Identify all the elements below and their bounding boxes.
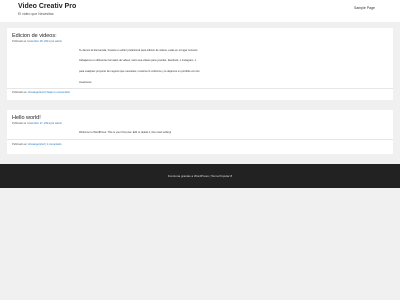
post-footer: Publicado en Uncategorized | 1 comentari…: [12, 143, 62, 146]
post-date-link[interactable]: noviembre 18, 2021: [27, 40, 50, 43]
post-divider: [7, 139, 393, 140]
post-meta: Publicado el noviembre 18, 2021 por admi…: [12, 40, 62, 43]
post-meta-prefix: Publicado el: [12, 40, 27, 43]
post-date-link[interactable]: noviembre 17, 2021: [27, 122, 50, 125]
post-meta-prefix: Publicado el: [12, 122, 27, 125]
post-title[interactable]: Edicion de videos:: [12, 33, 57, 39]
post-paragraph: para cualquier proyecto de negocio que n…: [79, 70, 200, 73]
post-author-link[interactable]: admin: [55, 122, 62, 125]
post-comment-link[interactable]: 1 comentario: [47, 143, 62, 146]
post-paragraph: Welcome to WordPress. This is your first…: [79, 131, 172, 134]
post-paragraph: creaciones: [79, 81, 92, 84]
site-description: El video que Necesitas: [18, 12, 54, 16]
post-comment-link[interactable]: Dejar un comentario: [47, 91, 70, 94]
post-paragraph: Te damos la bienvenida, buscas un editor…: [79, 49, 199, 52]
post-meta-by: por: [50, 40, 55, 43]
post-meta: Publicado el noviembre 17, 2021 por admi…: [12, 122, 62, 125]
post-author-link[interactable]: admin: [55, 40, 62, 43]
footer-credit[interactable]: Funciona gracias a WordPress | Tema Popu…: [0, 174, 400, 178]
post-title[interactable]: Hello world!: [12, 115, 41, 121]
post-card: Edicion de videos: Publicado el noviembr…: [7, 28, 393, 100]
post-card: Hello world! Publicado el noviembre 17, …: [7, 110, 393, 154]
post-footer-prefix: Publicado en: [12, 143, 27, 146]
post-footer-prefix: Publicado en: [12, 91, 27, 94]
site-title[interactable]: Video Creativ Pro: [18, 3, 76, 10]
post-paragraph: trabajamos en diferentes formatos de vid…: [79, 59, 197, 62]
site-header: Video Creativ Pro El video que Necesitas…: [0, 0, 400, 22]
post-category-link[interactable]: Uncategorized: [28, 91, 45, 94]
post-category-link[interactable]: Uncategorized: [28, 143, 45, 146]
post-footer: Publicado en Uncategorized | Dejar un co…: [12, 91, 70, 94]
post-meta-by: por: [50, 122, 55, 125]
nav-link-sample-page[interactable]: Sample Page: [354, 6, 375, 10]
post-divider: [7, 88, 393, 89]
site-footer: Funciona gracias a WordPress | Tema Popu…: [0, 164, 400, 188]
